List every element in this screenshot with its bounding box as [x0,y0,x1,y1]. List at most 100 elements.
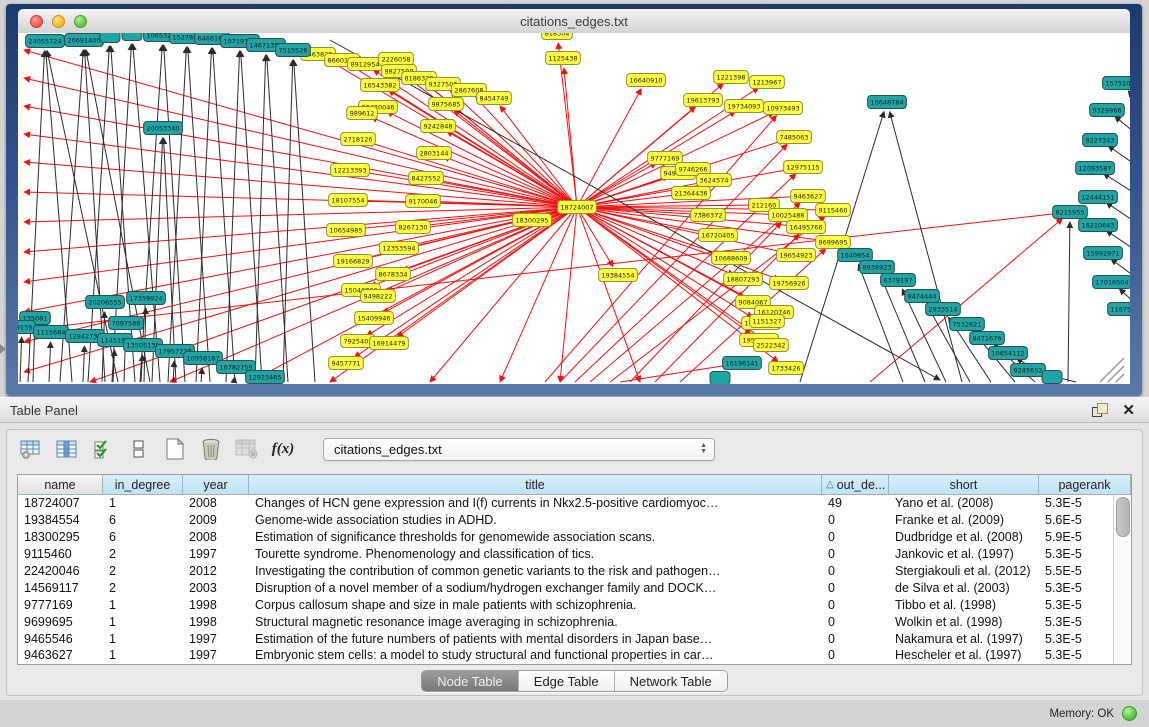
table-cell[interactable]: Estimation of the future numbers of pati… [249,632,822,646]
table-cell[interactable]: 1 [103,598,183,612]
tab-node-table[interactable]: Node Table [422,671,519,691]
graph-node[interactable]: 18107554 [329,194,368,207]
graph-node[interactable]: 8215955 [1053,206,1088,219]
graph-node[interactable]: 1115684 [34,326,69,339]
graph-edge[interactable] [24,207,577,222]
table-cell[interactable]: 49 [822,496,889,510]
table-cell[interactable]: 1997 [183,547,249,561]
table-row[interactable]: 911546021997Tourette syndrome. Phenomeno… [18,546,1131,563]
column-header-in-degree[interactable]: in_degree [103,475,183,494]
table-cell[interactable]: 2009 [183,513,249,527]
graph-node[interactable]: 2226058 [379,53,414,66]
graph-node[interactable]: 12444151 [1079,191,1118,204]
graph-node[interactable]: 1221398 [714,71,749,84]
graph-node[interactable]: 16720405 [699,229,738,242]
graph-edge[interactable] [24,207,577,372]
table-cell[interactable]: de Silva et al. (2003) [889,581,1039,595]
table-cell[interactable]: 22420046 [18,564,103,578]
graph-node[interactable]: 9227343 [1083,134,1118,147]
table-cell[interactable]: 1 [103,632,183,646]
graph-node[interactable]: 19166829 [334,255,373,268]
graph-edge[interactable] [1128,91,1130,118]
graph-node[interactable]: 19756926 [770,277,809,290]
graph-node[interactable]: 8454749 [477,92,512,105]
graph-edge[interactable] [49,342,51,382]
table-cell[interactable]: Hescheler et al. (1997) [889,648,1039,662]
graph-node[interactable]: 15751074 [1103,77,1130,90]
graph-node[interactable]: 19654923 [777,249,816,262]
vertical-scrollbar[interactable] [1113,495,1131,664]
graph-node[interactable]: 12923465 [246,371,285,384]
graph-node[interactable]: 1167533 [1108,303,1130,316]
graph-edge[interactable] [111,46,135,382]
graph-node[interactable] [100,33,120,43]
table-cell[interactable]: 19384554 [18,513,103,527]
graph-node[interactable]: 16543382 [361,79,400,92]
graph-node[interactable]: 1733426 [769,362,804,375]
table-cell[interactable]: 1997 [183,648,249,662]
graph-edge[interactable] [447,131,577,207]
graph-node[interactable]: 18724007 [558,201,597,214]
table-row[interactable]: 977716911998Corpus callosum shape and si… [18,596,1131,613]
graph-edge[interactable] [20,337,22,382]
network-graph[interactable]: 1872400774638228660125891295422260589827… [18,33,1130,384]
graph-node[interactable]: 12353594 [380,242,419,255]
graph-node[interactable]: 10654985 [327,224,366,237]
graph-node[interactable] [710,372,730,385]
table-cell[interactable]: Genome-wide association studies in ADHD. [249,513,822,527]
show-columns-icon[interactable] [55,437,79,461]
graph-edge[interactable] [560,207,577,382]
graph-node[interactable]: 7097588 [109,317,144,330]
function-builder-icon[interactable]: f(x) [271,437,295,461]
graph-node[interactable]: 1125438 [546,52,581,65]
graph-edge[interactable] [24,192,577,207]
graph-node[interactable]: 2522342 [754,339,789,352]
graph-node[interactable]: 9457771 [329,357,364,370]
table-cell[interactable]: Changes of HCN gene expression and I(f) … [249,496,822,510]
table-cell[interactable]: 1 [103,615,183,629]
table-cell[interactable]: Tibbo et al. (1998) [889,598,1039,612]
delete-table-icon[interactable] [235,437,259,461]
graph-node[interactable]: 20053340 [144,122,183,135]
graph-node[interactable] [1042,371,1062,384]
column-header-pagerank[interactable]: pagerank [1039,475,1131,494]
table-cell[interactable]: Structural magnetic resonance image aver… [249,615,822,629]
table-row[interactable]: 946362711997Embryonic stem cells: a mode… [18,647,1131,664]
graph-node[interactable]: 9875685 [429,98,464,111]
graph-node[interactable]: 16196141 [723,357,762,370]
graph-node[interactable]: 10973493 [764,102,803,115]
table-cell[interactable]: 0 [822,648,889,662]
table-row[interactable]: 1456911722003Disruption of a novel membe… [18,579,1131,596]
graph-node[interactable]: 8938923 [860,261,895,274]
graph-node[interactable]: 19613793 [684,94,723,107]
table-cell[interactable]: 14569117 [18,581,103,595]
graph-node[interactable]: 7532621 [950,318,985,331]
graph-edge[interactable] [564,68,577,207]
table-cell[interactable]: 2 [103,547,183,561]
table-cell[interactable]: 1997 [183,632,249,646]
graph-node[interactable]: 1151327 [750,315,785,328]
table-cell[interactable]: 1998 [183,598,249,612]
graph-node[interactable]: 17016504 [1093,276,1130,289]
table-cell[interactable]: Wolkin et al. (1998) [889,615,1039,629]
graph-node[interactable]: 1213967 [750,76,785,89]
tab-network-table[interactable]: Network Table [615,671,727,691]
graph-node[interactable]: 9699695 [816,236,851,249]
graph-node[interactable]: 9463627 [791,190,826,203]
network-canvas[interactable]: 1872400774638228660125891295422260589827… [18,33,1130,384]
graph-node[interactable]: 16914479 [370,337,409,350]
table-cell[interactable]: Tourette syndrome. Phenomenology and cla… [249,547,822,561]
graph-edge[interactable] [164,45,185,382]
graph-edge[interactable] [890,112,962,382]
graph-node[interactable]: 15992971 [1084,247,1123,260]
table-cell[interactable]: 2008 [183,530,249,544]
graph-node[interactable]: 17359924 [127,292,166,305]
table-cell[interactable]: 0 [822,598,889,612]
graph-node[interactable]: 18300295 [513,214,552,227]
graph-edge[interactable] [83,346,85,382]
graph-node[interactable]: 7386372 [691,209,726,222]
table-cell[interactable]: 0 [822,581,889,595]
table-cell[interactable]: Investigating the contribution of common… [249,564,822,578]
graph-node[interactable]: 19384554 [599,269,638,282]
graph-node[interactable]: 15409946 [355,312,394,325]
